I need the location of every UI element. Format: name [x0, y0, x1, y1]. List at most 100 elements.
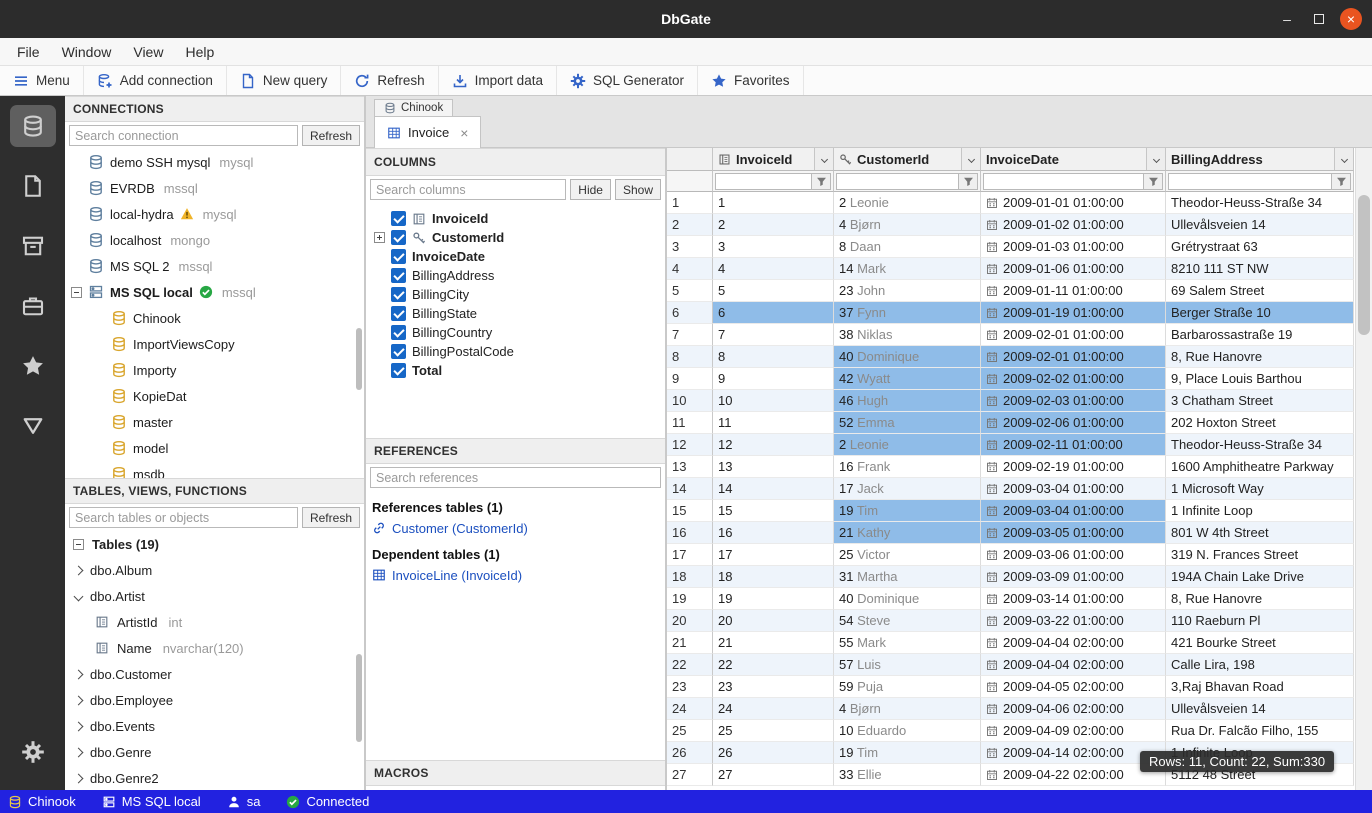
grid-row[interactable]: 252510 Eduardo2009-04-09 02:00:00Rua Dr.… — [667, 720, 1354, 742]
cell-invoiceid[interactable]: 24 — [713, 698, 834, 720]
grid-row[interactable]: 8840 Dominique2009-02-01 01:00:008, Rue … — [667, 346, 1354, 368]
status-connected[interactable]: Connected — [286, 794, 369, 809]
cell-billingaddress[interactable]: Calle Lira, 198 — [1166, 654, 1354, 676]
cell-customerid[interactable]: 57 Luis — [834, 654, 981, 676]
cell-billingaddress[interactable]: 8, Rue Hanovre — [1166, 588, 1354, 610]
rail-archive[interactable] — [0, 216, 65, 276]
filter-input-invoiceid[interactable] — [715, 173, 812, 190]
tab-group-chinook[interactable]: Chinook — [374, 99, 453, 116]
chevron-right-icon[interactable] — [74, 695, 84, 705]
row-number[interactable]: 6 — [667, 302, 713, 324]
tables-scrollbar[interactable] — [356, 654, 362, 742]
row-number[interactable]: 12 — [667, 434, 713, 456]
row-number[interactable]: 15 — [667, 500, 713, 522]
row-number[interactable]: 19 — [667, 588, 713, 610]
cell-customerid[interactable]: 19 Tim — [834, 500, 981, 522]
checkbox-billingcity[interactable] — [391, 287, 406, 302]
row-number[interactable]: 4 — [667, 258, 713, 280]
cell-invoicedate[interactable]: 2009-03-06 01:00:00 — [981, 544, 1166, 566]
connection-msdb[interactable]: msdb — [65, 461, 364, 478]
cell-invoicedate[interactable]: 2009-03-04 01:00:00 — [981, 478, 1166, 500]
row-number[interactable]: 20 — [667, 610, 713, 632]
connection-chinook[interactable]: Chinook — [65, 305, 364, 331]
table-dbo-album[interactable]: dbo.Album — [65, 557, 364, 583]
cell-customerid[interactable]: 37 Fynn — [834, 302, 981, 324]
cell-invoiceid[interactable]: 21 — [713, 632, 834, 654]
tables-search-input[interactable] — [69, 507, 298, 528]
cell-invoiceid[interactable]: 5 — [713, 280, 834, 302]
grid-row[interactable]: 224 Bjørn2009-01-02 01:00:00Ullevålsveie… — [667, 214, 1354, 236]
grid-row[interactable]: 5523 John2009-01-11 01:00:0069 Salem Str… — [667, 280, 1354, 302]
connections-scrollbar[interactable] — [356, 328, 362, 390]
cell-customerid[interactable]: 2 Leonie — [834, 434, 981, 456]
cell-invoicedate[interactable]: 2009-04-14 02:00:00 — [981, 742, 1166, 764]
checkbox-customerid[interactable] — [391, 230, 406, 245]
columns-search-input[interactable] — [370, 179, 566, 200]
grid-row[interactable]: 4414 Mark2009-01-06 01:00:008210 111 ST … — [667, 258, 1354, 280]
cell-invoiceid[interactable]: 25 — [713, 720, 834, 742]
cell-invoicedate[interactable]: 2009-04-04 02:00:00 — [981, 632, 1166, 654]
cell-billingaddress[interactable]: 69 Salem Street — [1166, 280, 1354, 302]
column-menu-invoicedate[interactable] — [1146, 148, 1165, 170]
cell-billingaddress[interactable]: Barbarossastraße 19 — [1166, 324, 1354, 346]
cell-invoiceid[interactable]: 12 — [713, 434, 834, 456]
connection-kopiedat[interactable]: KopieDat — [65, 383, 364, 409]
references-search-input[interactable] — [370, 467, 661, 488]
cell-customerid[interactable]: 19 Tim — [834, 742, 981, 764]
cell-billingaddress[interactable]: 8, Rue Hanovre — [1166, 346, 1354, 368]
connection-ms-sql-local[interactable]: MS SQL localmssql — [65, 279, 364, 305]
cell-billingaddress[interactable]: 202 Hoxton Street — [1166, 412, 1354, 434]
row-number[interactable]: 1 — [667, 192, 713, 214]
cell-invoiceid[interactable]: 15 — [713, 500, 834, 522]
cell-invoiceid[interactable]: 2 — [713, 214, 834, 236]
connection-model[interactable]: model — [65, 435, 364, 461]
row-number[interactable]: 24 — [667, 698, 713, 720]
cell-customerid[interactable]: 38 Niklas — [834, 324, 981, 346]
grid-row[interactable]: 161621 Kathy2009-03-05 01:00:00801 W 4th… — [667, 522, 1354, 544]
cell-customerid[interactable]: 54 Steve — [834, 610, 981, 632]
rail-queries[interactable] — [0, 156, 65, 216]
row-number[interactable]: 18 — [667, 566, 713, 588]
tab-close-icon[interactable]: × — [460, 125, 468, 141]
minimize-button[interactable]: – — [1276, 8, 1298, 30]
column-menu-invoiceid[interactable] — [814, 148, 833, 170]
cell-invoiceid[interactable]: 17 — [713, 544, 834, 566]
cell-invoiceid[interactable]: 8 — [713, 346, 834, 368]
reference-link-customer-customerid[interactable]: Customer (CustomerId) — [366, 518, 665, 538]
toolbar-sql-generator-button[interactable]: SQL Generator — [557, 66, 698, 95]
columns-show-button[interactable]: Show — [615, 179, 661, 200]
row-number[interactable]: 3 — [667, 236, 713, 258]
grid-row[interactable]: 131316 Frank2009-02-19 01:00:001600 Amph… — [667, 456, 1354, 478]
column-header-customerid[interactable]: CustomerId — [834, 148, 981, 171]
menu-help[interactable]: Help — [174, 44, 225, 60]
cell-customerid[interactable]: 40 Dominique — [834, 588, 981, 610]
cell-invoicedate[interactable]: 2009-04-04 02:00:00 — [981, 654, 1166, 676]
checkbox-billingcountry[interactable] — [391, 325, 406, 340]
filter-funnel-invoicedate[interactable] — [1144, 173, 1163, 190]
cell-invoicedate[interactable]: 2009-02-01 01:00:00 — [981, 324, 1166, 346]
filter-funnel-customerid[interactable] — [959, 173, 978, 190]
column-header-invoicedate[interactable]: InvoiceDate — [981, 148, 1166, 171]
grid-row[interactable]: 232359 Puja2009-04-05 02:00:003,Raj Bhav… — [667, 676, 1354, 698]
cell-invoicedate[interactable]: 2009-01-19 01:00:00 — [981, 302, 1166, 324]
rail-favorites[interactable] — [0, 336, 65, 396]
cell-billingaddress[interactable]: 421 Bourke Street — [1166, 632, 1354, 654]
connections-search-input[interactable] — [69, 125, 298, 146]
grid-row[interactable]: 101046 Hugh2009-02-03 01:00:003 Chatham … — [667, 390, 1354, 412]
cell-customerid[interactable]: 4 Bjørn — [834, 214, 981, 236]
cell-invoiceid[interactable]: 4 — [713, 258, 834, 280]
cell-invoicedate[interactable]: 2009-01-06 01:00:00 — [981, 258, 1166, 280]
cell-invoicedate[interactable]: 2009-03-04 01:00:00 — [981, 500, 1166, 522]
cell-customerid[interactable]: 31 Martha — [834, 566, 981, 588]
filter-funnel-billingaddress[interactable] — [1332, 173, 1351, 190]
grid-row[interactable]: 338 Daan2009-01-03 01:00:00Grétrystraat … — [667, 236, 1354, 258]
columns-hide-button[interactable]: Hide — [570, 179, 611, 200]
cell-customerid[interactable]: 16 Frank — [834, 456, 981, 478]
table-dbo-customer[interactable]: dbo.Customer — [65, 661, 364, 687]
row-number[interactable]: 27 — [667, 764, 713, 786]
grid-row[interactable]: 12122 Leonie2009-02-11 01:00:00Theodor-H… — [667, 434, 1354, 456]
cell-invoiceid[interactable]: 13 — [713, 456, 834, 478]
cell-invoiceid[interactable]: 22 — [713, 654, 834, 676]
rail-connections[interactable] — [0, 96, 65, 156]
toolbar-menu-button[interactable]: Menu — [0, 66, 84, 95]
